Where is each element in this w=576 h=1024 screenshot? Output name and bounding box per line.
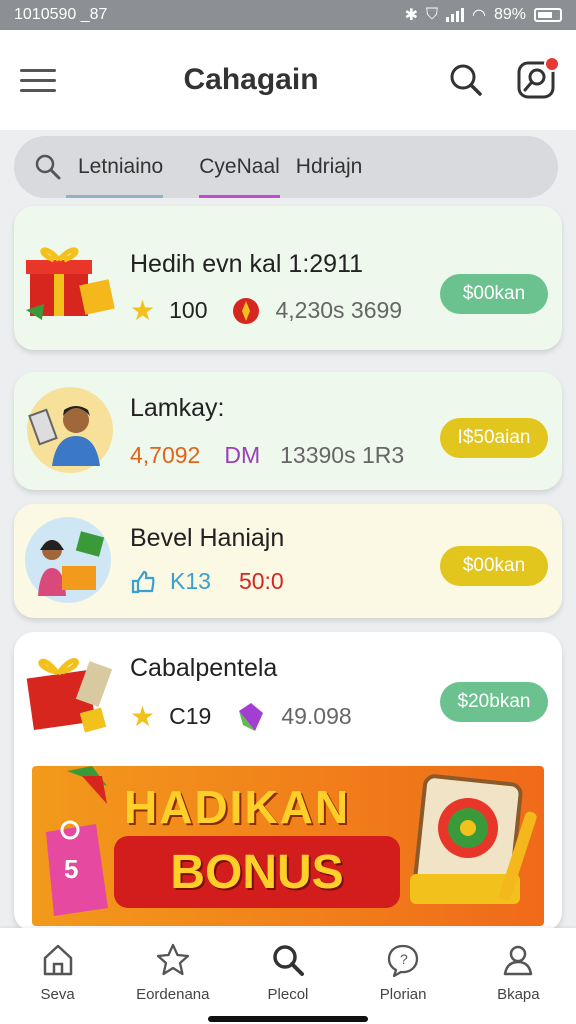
- page-title: Cahagain: [183, 63, 319, 96]
- notifications-button[interactable]: [516, 56, 560, 100]
- nav-label: Seva: [40, 986, 75, 1003]
- person-avatar-icon: [27, 387, 113, 473]
- offer-card[interactable]: Hedih evn kal 1:2911 ★ 100 4,230s 3699 $…: [14, 206, 562, 350]
- profile-icon: [504, 945, 533, 976]
- claim-button[interactable]: $00kan: [440, 546, 548, 586]
- gem-icon: [239, 702, 264, 731]
- card-stat-icon: DM: [224, 442, 261, 468]
- nav-label: Bkapa: [497, 986, 540, 1003]
- tab-letniaino[interactable]: Letniaino: [65, 136, 164, 198]
- card-title: Bevel Haniajn: [130, 524, 285, 552]
- star-icon: ★: [130, 295, 156, 326]
- card-title: Cabalpentela: [130, 654, 278, 682]
- card-points: 4,7092: [130, 442, 201, 468]
- tab-cyenaal[interactable]: CyeNaal: [199, 136, 280, 198]
- status-icons: ✱ ⛉ ◠ 89%: [405, 5, 562, 25]
- nav-item-plecol[interactable]: Plecol: [233, 942, 343, 1003]
- nav-item-plorian[interactable]: ? Plorian: [348, 942, 458, 1003]
- home-indicator[interactable]: [208, 1016, 368, 1022]
- battery-percent: 89%: [493, 6, 526, 23]
- card-points: C19: [169, 703, 212, 729]
- card-title: Hedih evn kal 1:2911: [130, 250, 364, 278]
- nav-item-seva[interactable]: Seva: [3, 942, 113, 1003]
- card-stat-value: 50:0: [238, 568, 284, 594]
- card-stat-value: 4,230s 3699: [275, 297, 403, 323]
- thumbs-up-icon: [131, 570, 155, 593]
- search-icon: [273, 945, 304, 976]
- notification-badge: [544, 56, 560, 72]
- promo-banner[interactable]: 5 HADIKAN BONUS: [32, 766, 544, 926]
- card-stat-value: 49.098: [281, 703, 352, 729]
- card-points: 100: [169, 297, 208, 323]
- gift-bag-icon: 5: [46, 820, 108, 916]
- status-bar: 1010590 _87 ✱ ⛉ ◠ 89%: [0, 0, 576, 30]
- flame-badge-icon: [233, 297, 260, 324]
- claim-button[interactable]: I$50aian: [440, 418, 548, 458]
- star-icon: [156, 943, 189, 976]
- nav-label: Eordenana: [136, 986, 210, 1003]
- shield-icon: ⛉: [425, 6, 438, 23]
- nav-item-eordenana[interactable]: Eordenana: [118, 942, 228, 1003]
- card-title: Lamkay:: [130, 394, 225, 422]
- search-tab-bar: Letniaino CyeNaal Hdriajn: [14, 136, 558, 198]
- battery-icon: [534, 8, 562, 22]
- search-button[interactable]: [446, 60, 486, 100]
- prize-wheel-board-icon: [410, 774, 537, 904]
- gift-box-icon: [26, 247, 115, 320]
- nav-item-bkapa[interactable]: Bkapa: [463, 942, 573, 1003]
- search-icon: [450, 64, 482, 96]
- svg-text:5: 5: [64, 854, 78, 884]
- offer-card[interactable]: Bevel Haniajn K13 50:0 $00kan: [14, 504, 562, 618]
- banner-title: HADIKAN: [124, 781, 351, 833]
- signal-icon: [446, 8, 464, 22]
- search-icon: [35, 154, 61, 180]
- home-icon: [43, 944, 72, 976]
- claim-button[interactable]: $00kan: [440, 274, 548, 314]
- offer-card[interactable]: Lamkay: 4,7092 DM 13390s 1R3 I$50aian: [14, 372, 562, 490]
- gift-bag-icon: [26, 658, 113, 733]
- status-time: 1010590 _87: [14, 6, 108, 23]
- bottom-navigation: Seva Eordenana Plecol ? Plorian Bkapa: [0, 928, 576, 1024]
- wifi-icon: ◠: [472, 7, 486, 24]
- banner-bonus-label: BONUS: [114, 836, 400, 908]
- app-header: Cahagain: [0, 30, 576, 130]
- star-icon: ★: [130, 701, 156, 732]
- delivery-person-icon: [25, 517, 111, 603]
- tab-hdriajn[interactable]: Hdriajn: [296, 136, 363, 198]
- card-points: K13: [170, 568, 211, 594]
- menu-icon[interactable]: [20, 68, 56, 92]
- nav-label: Plorian: [379, 986, 427, 1003]
- claim-button[interactable]: $20bkan: [440, 682, 548, 722]
- bluetooth-icon: ✱: [404, 7, 418, 24]
- nav-label: Plecol: [267, 986, 309, 1003]
- svg-text:?: ?: [400, 951, 408, 967]
- card-stat-value: 13390s 1R3: [280, 442, 405, 468]
- chat-icon: ?: [388, 944, 419, 978]
- kite-icon: [67, 766, 107, 804]
